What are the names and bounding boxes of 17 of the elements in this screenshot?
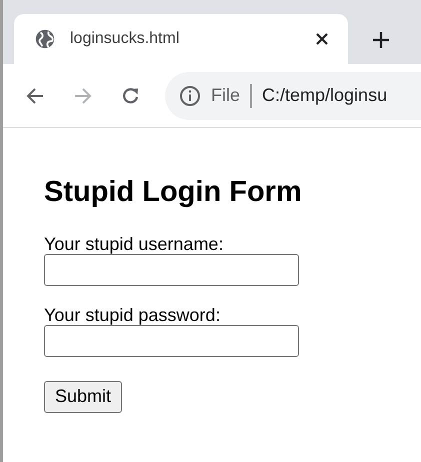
tab-title: loginsucks.html — [70, 29, 180, 49]
scheme-label: File — [211, 84, 240, 107]
info-icon[interactable] — [179, 84, 201, 106]
page-heading: Stupid Login Form — [44, 175, 302, 210]
globe-icon — [34, 28, 56, 50]
back-icon[interactable] — [25, 86, 45, 106]
address-bar[interactable]: File C:/temp/loginsu — [165, 72, 421, 120]
browser-tab[interactable]: loginsucks.html — [14, 14, 348, 64]
field-label: Your stupid username: — [44, 234, 224, 254]
close-icon[interactable] — [316, 33, 328, 45]
field-label: Your stupid password: — [44, 304, 220, 324]
reload-icon[interactable] — [121, 86, 141, 106]
new-tab-icon[interactable] — [372, 31, 390, 49]
url-text: C:/temp/loginsu — [262, 84, 388, 107]
submit-button[interactable]: Submit — [44, 380, 122, 412]
input-field[interactable] — [44, 254, 299, 286]
input-field[interactable] — [44, 324, 299, 356]
